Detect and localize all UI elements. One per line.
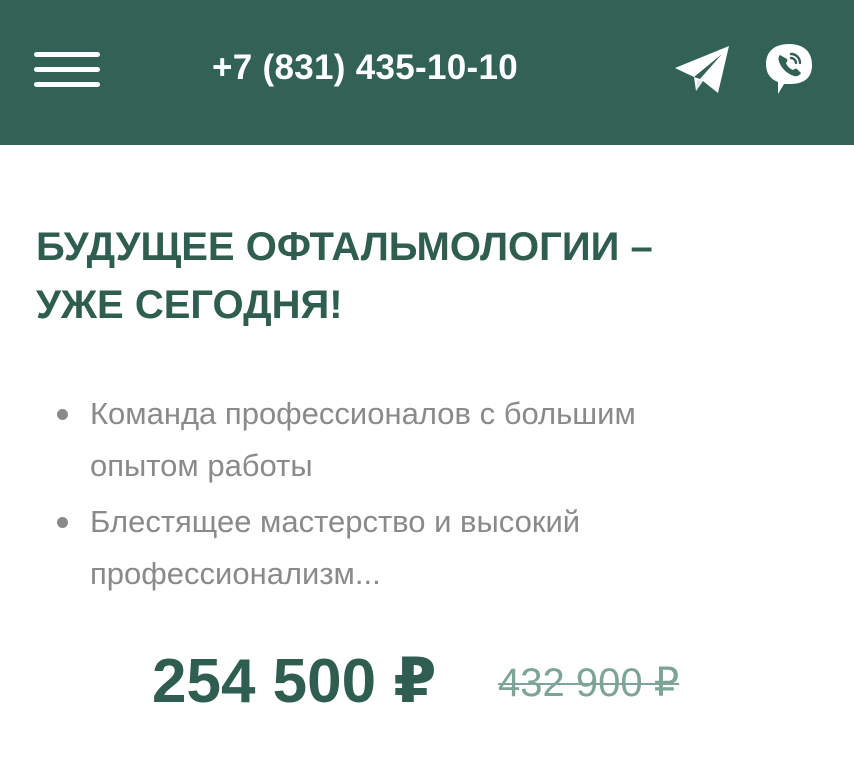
menu-line-bottom: [34, 82, 100, 87]
hero-title-line-1: БУДУЩЕЕ ОФТАЛЬМОЛОГИИ –: [36, 225, 653, 269]
features-list: Команда профессионалов с большим опытом …: [50, 388, 850, 604]
hamburger-menu-icon[interactable]: [34, 52, 100, 88]
bullet-icon: [57, 517, 68, 528]
menu-line-middle: [34, 67, 100, 72]
feature-text-line-2: опытом работы: [90, 448, 313, 483]
site-header: +7 (831) 435-10-10: [0, 0, 854, 145]
list-item: Команда профессионалов с большим опытом …: [57, 388, 850, 492]
phone-link[interactable]: +7 (831) 435-10-10: [212, 48, 518, 88]
viber-icon[interactable]: [764, 42, 814, 96]
old-price: 432 900 ₽: [498, 661, 680, 705]
feature-text-line-1: Блестящее мастерство и высокий: [90, 504, 581, 539]
list-item: Блестящее мастерство и высокий профессио…: [57, 496, 850, 600]
feature-text-line-1: Команда профессионалов с большим: [90, 396, 636, 431]
menu-line-top: [34, 52, 100, 57]
hero-title: БУДУЩЕЕ ОФТАЛЬМОЛОГИИ – УЖЕ СЕГОДНЯ!: [36, 218, 826, 334]
bullet-icon: [57, 409, 68, 420]
current-price: 254 500 ₽: [152, 647, 437, 716]
telegram-icon[interactable]: [672, 44, 732, 96]
feature-text-line-2: профессионализм...: [90, 556, 381, 591]
hero-title-line-2: УЖЕ СЕГОДНЯ!: [36, 283, 343, 327]
